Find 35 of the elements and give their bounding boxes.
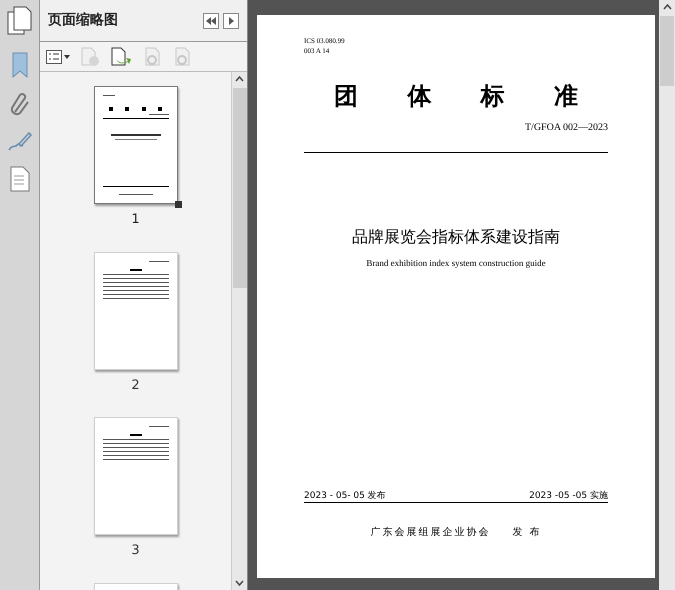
paperclip-icon[interactable] xyxy=(8,92,30,118)
effective-date: 2023 -05 -05 实施 xyxy=(529,490,608,502)
page-number: 2 xyxy=(131,376,140,394)
publish-label: 发 布 xyxy=(512,526,542,540)
document-title: 品牌展览会指标体系建设指南 xyxy=(352,226,560,248)
pages-icon[interactable] xyxy=(6,6,32,36)
expand-button[interactable] xyxy=(223,12,239,28)
insert-page-icon[interactable] xyxy=(110,46,132,66)
publisher: 广东会展组展企业协会 xyxy=(370,526,490,540)
issue-date: 2023 - 05- 05 发布 xyxy=(304,490,386,502)
document-subtitle: Brand exhibition index system construction guide xyxy=(366,257,546,270)
document-icon[interactable] xyxy=(10,166,30,192)
resize-handle[interactable] xyxy=(174,201,182,208)
scrollbar[interactable] xyxy=(231,72,247,590)
right-triangle-icon xyxy=(228,16,234,24)
heading-character: 准 xyxy=(554,82,578,110)
options-button[interactable] xyxy=(46,50,70,64)
scrollbar-thumb[interactable] xyxy=(232,88,246,288)
collapse-button[interactable] xyxy=(203,12,219,28)
page-number: 1 xyxy=(131,211,140,229)
page-number: 3 xyxy=(131,542,140,560)
double-left-icon xyxy=(206,16,216,24)
standard-number: T/GFOA 002—2023 xyxy=(524,121,608,135)
heading-character: 标 xyxy=(480,82,505,110)
scrollbar-thumb[interactable] xyxy=(660,16,674,86)
down-chevron-icon[interactable] xyxy=(235,580,244,586)
heading-character: 团 xyxy=(334,82,358,110)
caret-icon xyxy=(64,54,70,58)
panel-title: 页面缩略图 xyxy=(48,11,118,30)
page-thumbnail[interactable] xyxy=(94,86,178,204)
up-chevron-icon[interactable] xyxy=(235,76,244,82)
scrollbar[interactable] xyxy=(659,0,675,590)
up-chevron-icon[interactable] xyxy=(662,4,672,10)
list-icon xyxy=(46,50,62,64)
heading-character: 体 xyxy=(407,82,432,110)
